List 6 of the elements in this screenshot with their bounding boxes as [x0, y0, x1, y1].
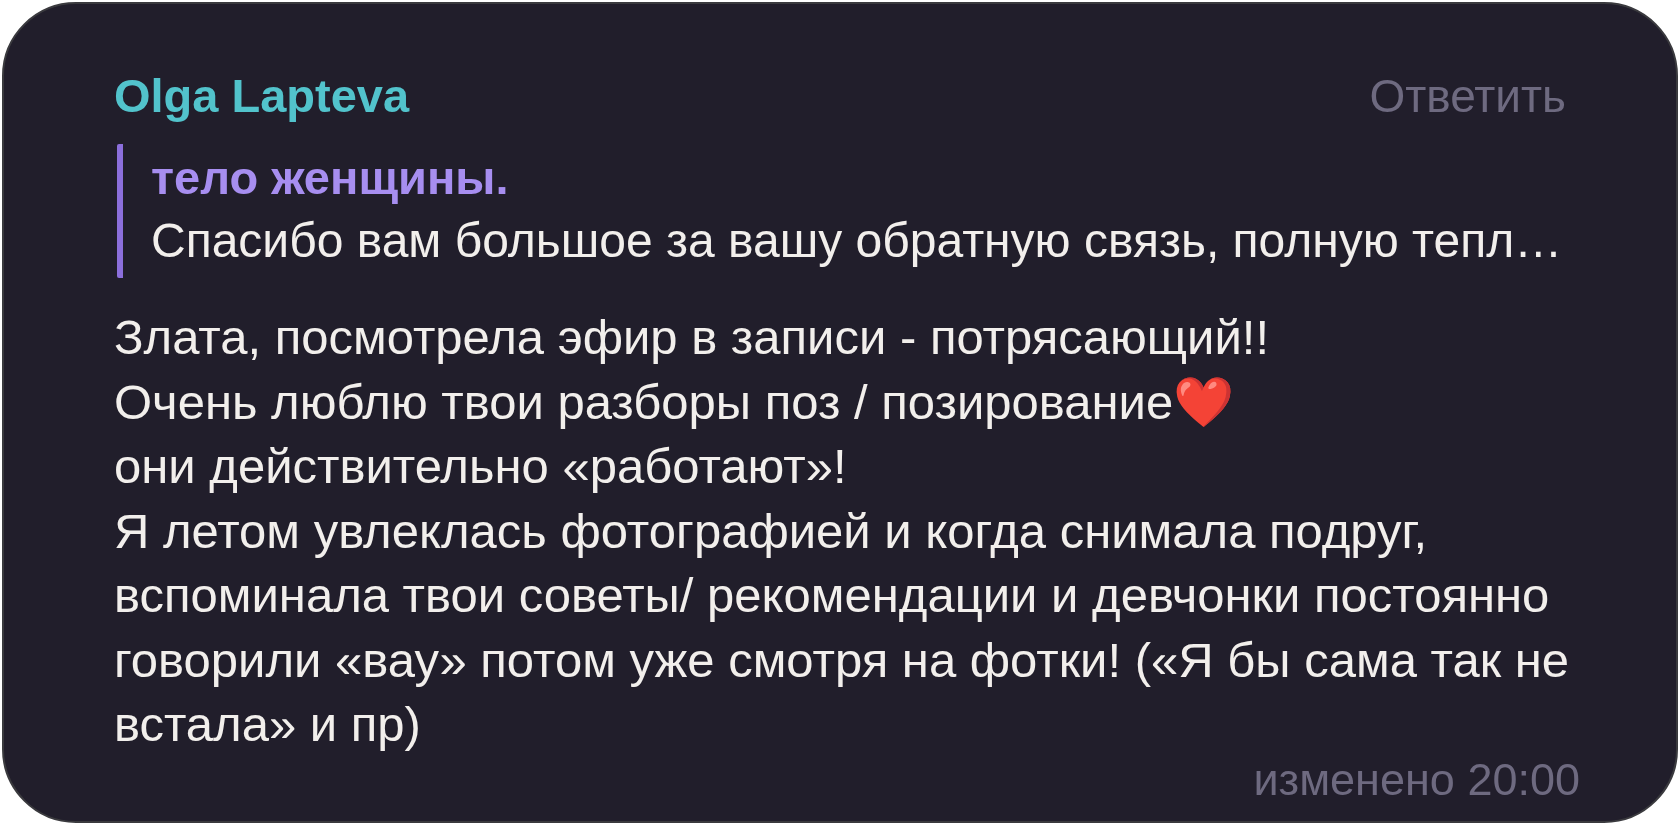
- author-name: Olga Lapteva: [114, 68, 410, 124]
- edited-timestamp: изменено 20:00: [1253, 756, 1580, 803]
- quoted-message[interactable]: тело женщины. Спасибо вам большое за вашу обратную связь, полную тепл…: [117, 144, 1566, 278]
- quote-text: Спасибо вам большое за вашу обратную связь, полную тепл…: [151, 213, 1563, 269]
- quote-title: тело женщины.: [151, 150, 509, 206]
- message-text: Злата, посмотрела эфир в записи - потрясающий!! Очень люблю твои разборы поз / позирование❤ они действительно «работают»! Я летом увлеклась фотографией и когда снимала подруг, вспоминала твои советы/ рекомендации и девчонки постоянно говорили «вау» потом уже смотря на фотки! («Я бы сама так не встала» и пр): [114, 309, 1570, 753]
